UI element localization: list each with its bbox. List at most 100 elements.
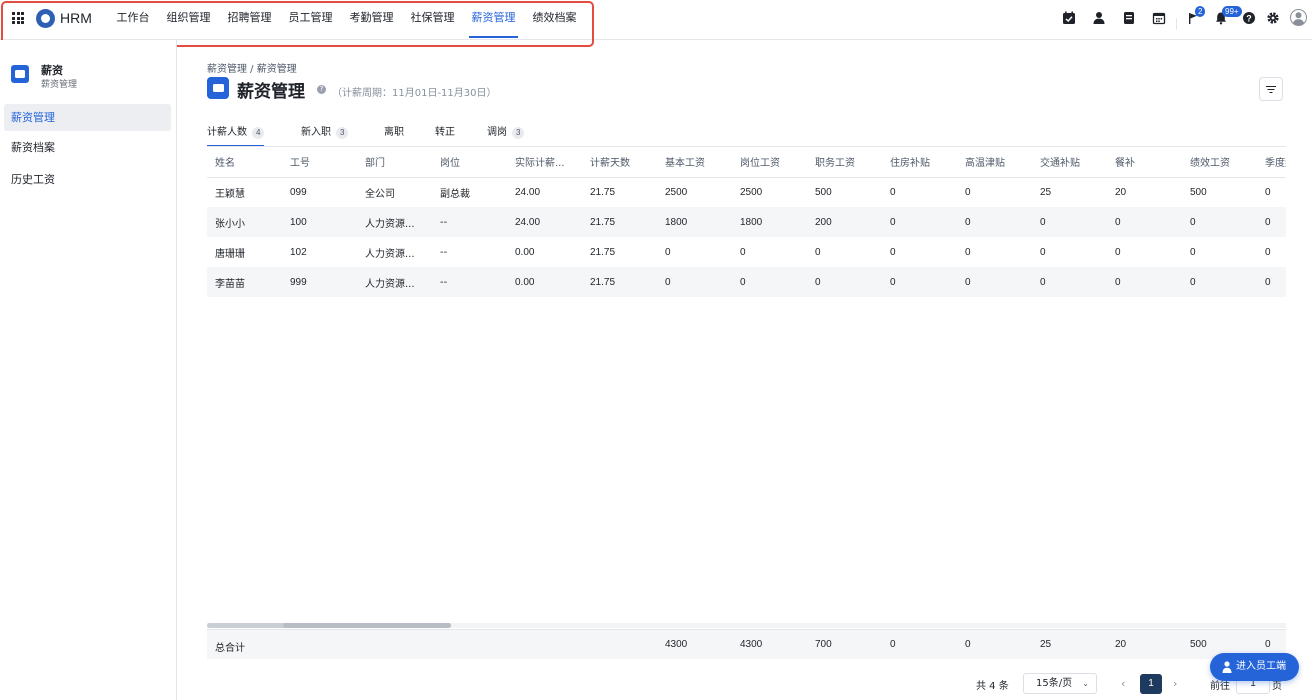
sidebar-title: 薪资 bbox=[41, 64, 63, 77]
calendar-check-icon[interactable] bbox=[1062, 11, 1076, 25]
summary-housing-allowance: 0 bbox=[890, 639, 896, 650]
sidebar-item-history-wages[interactable]: 历史工资 bbox=[4, 166, 171, 193]
cell-quarterly-bonus: 0 bbox=[1265, 186, 1271, 198]
column-header[interactable]: 岗位工资 bbox=[732, 147, 807, 178]
column-header[interactable]: 计薪天数 bbox=[582, 147, 657, 178]
calendar-icon[interactable] bbox=[1152, 11, 1166, 25]
tab-count: 3 bbox=[336, 127, 349, 139]
cell-meal-allowance: 20 bbox=[1115, 186, 1127, 198]
cell-department: 人力资源... bbox=[365, 248, 415, 260]
cell-department: 人力资源... bbox=[357, 267, 432, 297]
cell-department: 全公司 bbox=[365, 188, 395, 200]
column-header[interactable]: 实际计薪... bbox=[507, 147, 582, 178]
column-header[interactable]: 高温津贴 bbox=[957, 147, 1032, 178]
cell-name: 李苗苗 bbox=[207, 267, 282, 297]
current-page[interactable]: 1 bbox=[1140, 674, 1162, 694]
cell-heat-allowance: 0 bbox=[957, 207, 1032, 237]
wallet-icon bbox=[11, 65, 29, 83]
column-header[interactable]: 岗位 bbox=[432, 147, 507, 178]
page-size-select[interactable]: 15条/页 ⌄ bbox=[1023, 673, 1097, 694]
column-header[interactable]: 季度奖 bbox=[1257, 147, 1286, 178]
table-row[interactable]: 李苗苗 999 人力资源... -- 0.00 21.75 0 0 0 0 0 … bbox=[207, 267, 1286, 297]
toolbar-divider bbox=[1176, 18, 1177, 30]
summary-label: 总合计 bbox=[215, 643, 245, 654]
wallet-icon bbox=[207, 77, 229, 99]
nav-item-workbench[interactable]: 工作台 bbox=[108, 0, 158, 38]
nav-item-organization[interactable]: 组织管理 bbox=[158, 0, 219, 38]
app-grid-icon[interactable] bbox=[12, 12, 24, 24]
nav-item-attendance[interactable]: 考勤管理 bbox=[341, 0, 402, 38]
cell-pay-days: 21.75 bbox=[582, 207, 657, 237]
table-row[interactable]: 张小小 100 人力资源... -- 24.00 21.75 1800 1800… bbox=[207, 207, 1286, 237]
brand-name: HRM bbox=[60, 10, 92, 26]
table-row[interactable]: 王颖慧 099 全公司 副总裁 24.00 21.75 2500 2500 50… bbox=[207, 177, 1286, 207]
page-title: 薪资管理 bbox=[237, 82, 305, 102]
column-header[interactable]: 职务工资 bbox=[807, 147, 882, 178]
tab-label: 调岗 bbox=[487, 127, 507, 138]
column-header[interactable]: 住房补贴 bbox=[882, 147, 957, 178]
cell-employee-id: 099 bbox=[290, 186, 307, 198]
nav-item-employees[interactable]: 员工管理 bbox=[280, 0, 341, 38]
cell-title-salary: 0 bbox=[815, 246, 821, 258]
filter-button[interactable] bbox=[1259, 77, 1283, 101]
horizontal-scrollbar[interactable] bbox=[207, 623, 1286, 628]
summary-transport-allowance: 25 bbox=[1040, 639, 1052, 650]
svg-text:?: ? bbox=[1246, 13, 1252, 23]
cell-housing-allowance: 0 bbox=[882, 267, 957, 297]
nav-item-payroll[interactable]: 薪资管理 bbox=[463, 0, 524, 38]
sidebar: 薪资 薪资管理 薪资管理 薪资档案 历史工资 bbox=[0, 40, 177, 700]
cell-pay-days: 21.75 bbox=[582, 267, 657, 297]
summary-quarterly-bonus: 0 bbox=[1265, 639, 1271, 650]
column-header[interactable]: 绩效工资 bbox=[1182, 147, 1257, 178]
document-icon[interactable] bbox=[1122, 11, 1136, 25]
sidebar-item-salary-records[interactable]: 薪资档案 bbox=[4, 134, 171, 161]
table-header-row: 姓名 工号 部门 岗位 实际计薪... 计薪天数 基本工资 岗位工资 职务工资 … bbox=[207, 147, 1286, 178]
enter-employee-portal-button[interactable]: 进入员工端 bbox=[1210, 653, 1299, 681]
prev-page-button[interactable]: ‹ bbox=[1121, 677, 1125, 690]
sidebar-subtitle: 薪资管理 bbox=[41, 80, 78, 90]
column-header[interactable]: 交通补贴 bbox=[1032, 147, 1107, 178]
sidebar-item-payroll[interactable]: 薪资管理 bbox=[4, 104, 171, 131]
cell-meal-allowance: 0 bbox=[1115, 246, 1121, 258]
next-page-button[interactable]: › bbox=[1173, 677, 1177, 690]
table-row[interactable]: 唐珊珊 102 人力资源... -- 0.00 21.75 0 0 0 0 0 … bbox=[207, 237, 1286, 267]
payroll-table: 姓名 工号 部门 岗位 实际计薪... 计薪天数 基本工资 岗位工资 职务工资 … bbox=[207, 147, 1286, 627]
user-icon[interactable] bbox=[1092, 11, 1106, 25]
column-header[interactable]: 部门 bbox=[357, 147, 432, 178]
main-nav: 工作台 组织管理 招聘管理 员工管理 考勤管理 社保管理 薪资管理 绩效档案 bbox=[108, 0, 585, 38]
cell-housing-allowance: 0 bbox=[882, 207, 957, 237]
nav-item-recruitment[interactable]: 招聘管理 bbox=[219, 0, 280, 38]
person-icon bbox=[1222, 661, 1232, 673]
scrollbar-thumb[interactable] bbox=[283, 623, 451, 628]
question-icon[interactable]: ? bbox=[317, 85, 326, 94]
cell-performance-pay: 0 bbox=[1182, 207, 1257, 237]
avatar-icon[interactable] bbox=[1290, 9, 1307, 26]
summary-row: 总合计 4300 4300 700 0 0 25 20 500 0 bbox=[207, 629, 1286, 659]
tab-regularization[interactable]: 转正 bbox=[435, 120, 455, 147]
column-header[interactable]: 姓名 bbox=[207, 147, 282, 178]
cell-transport-allowance: 0 bbox=[1032, 267, 1107, 297]
cell-title-salary: 200 bbox=[807, 207, 882, 237]
cell-housing-allowance: 0 bbox=[890, 246, 896, 258]
gear-icon[interactable] bbox=[1266, 11, 1280, 25]
breadcrumb[interactable]: 薪资管理 / 薪资管理 bbox=[207, 60, 297, 75]
nav-item-performance[interactable]: 绩效档案 bbox=[524, 0, 585, 38]
tab-transfer[interactable]: 调岗 3 bbox=[487, 120, 525, 147]
cell-transport-allowance: 0 bbox=[1040, 246, 1046, 258]
tab-new-hires[interactable]: 新入职 3 bbox=[301, 120, 349, 147]
column-header[interactable]: 餐补 bbox=[1107, 147, 1182, 178]
cell-meal-allowance: 0 bbox=[1107, 207, 1182, 237]
cell-name: 唐珊珊 bbox=[215, 248, 245, 260]
cell-employee-id: 999 bbox=[282, 267, 357, 297]
cell-actual-pay-days: 24.00 bbox=[515, 186, 541, 198]
help-icon[interactable]: ? bbox=[1242, 11, 1256, 25]
cell-employee-id: 100 bbox=[282, 207, 357, 237]
summary-performance-pay: 500 bbox=[1190, 639, 1207, 650]
column-header[interactable]: 基本工资 bbox=[657, 147, 732, 178]
cell-performance-pay: 0 bbox=[1190, 246, 1196, 258]
cell-pay-days: 21.75 bbox=[590, 186, 616, 198]
tab-resigned[interactable]: 离职 bbox=[384, 120, 404, 147]
column-header[interactable]: 工号 bbox=[282, 147, 357, 178]
tab-payroll-count[interactable]: 计薪人数 4 bbox=[207, 120, 265, 147]
nav-item-social-security[interactable]: 社保管理 bbox=[402, 0, 463, 38]
